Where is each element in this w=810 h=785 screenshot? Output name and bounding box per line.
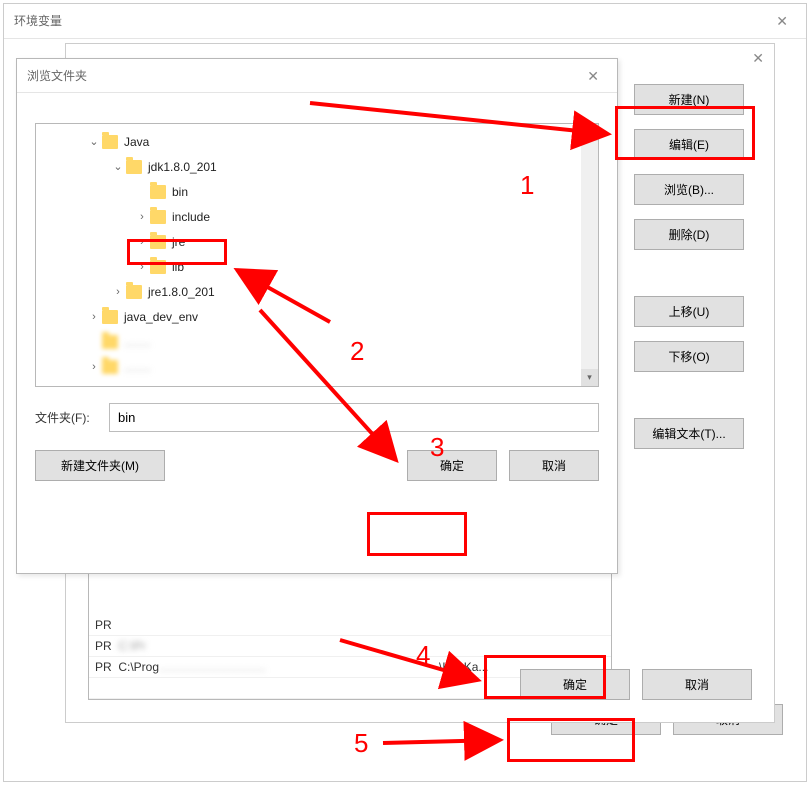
tree-row[interactable]: › jre1.8.0_201 xyxy=(36,279,598,304)
edit-ok-button[interactable]: 确定 xyxy=(520,669,630,700)
tree-row[interactable]: ⌄ Java xyxy=(36,129,598,154)
new-folder-button[interactable]: 新建文件夹(M) xyxy=(35,450,165,481)
browse-titlebar: 浏览文件夹 ✕ xyxy=(17,59,617,93)
tree-label: jre1.8.0_201 xyxy=(148,285,215,299)
folder-icon xyxy=(102,310,118,324)
tree-row[interactable]: › java_dev_env xyxy=(36,304,598,329)
chevron-down-icon[interactable]: ⌄ xyxy=(86,135,102,148)
edit-cancel-button[interactable]: 取消 xyxy=(642,669,752,700)
edittext-button[interactable]: 编辑文本(T)... xyxy=(634,418,744,449)
chevron-right-icon[interactable]: › xyxy=(86,361,102,373)
folder-icon xyxy=(102,335,118,349)
tree-row[interactable]: ........ xyxy=(36,329,598,354)
tree-label: java_dev_env xyxy=(124,310,198,324)
browse-ok-button[interactable]: 确定 xyxy=(407,450,497,481)
delete-button[interactable]: 删除(D) xyxy=(634,219,744,250)
folder-icon xyxy=(150,210,166,224)
browse-cancel-button[interactable]: 取消 xyxy=(509,450,599,481)
folder-icon xyxy=(150,185,166,199)
close-icon[interactable]: ✕ xyxy=(579,59,607,92)
tree-row[interactable]: ›........ xyxy=(36,354,598,379)
tree-row[interactable]: › jre xyxy=(36,229,598,254)
tree-row[interactable]: bin xyxy=(36,179,598,204)
tree-label: include xyxy=(172,210,210,224)
movedown-button[interactable]: 下移(O) xyxy=(634,341,744,372)
chevron-right-icon[interactable]: › xyxy=(134,211,150,223)
folder-tree[interactable]: ⌄ Java ⌄ jdk1.8.0_201bin › include › jre › lib › jr… xyxy=(35,123,599,387)
scroll-up-icon[interactable]: ▴ xyxy=(581,124,598,141)
env-titlebar: 环境变量 ✕ xyxy=(4,4,806,39)
moveup-button[interactable]: 上移(U) xyxy=(634,296,744,327)
chevron-right-icon[interactable]: › xyxy=(110,286,126,298)
browse-folder-dialog: 浏览文件夹 ✕ ⌄ Java ⌄ jdk1.8.0_201bin › include › jr… xyxy=(16,58,618,574)
browse-title-text: 浏览文件夹 xyxy=(27,59,87,92)
folder-icon xyxy=(126,160,142,174)
tree-row[interactable]: › include xyxy=(36,204,598,229)
close-icon[interactable]: ✕ xyxy=(752,50,764,67)
scrollbar[interactable]: ▴ ▾ xyxy=(581,124,598,386)
folder-icon xyxy=(150,235,166,249)
folder-icon xyxy=(102,135,118,149)
tree-label: jre xyxy=(172,235,185,249)
folder-label: 文件夹(F): xyxy=(35,409,109,426)
folder-icon xyxy=(126,285,142,299)
chevron-right-icon[interactable]: › xyxy=(86,311,102,323)
tree-row[interactable]: › lib xyxy=(36,254,598,279)
chevron-right-icon[interactable]: › xyxy=(134,261,150,273)
tree-label: bin xyxy=(172,185,188,199)
env-title-text: 环境变量 xyxy=(14,4,62,38)
edit-side-buttons: 新建(N) 编辑(E) 浏览(B)... 删除(D) 上移(U) 下移(O) 编… xyxy=(634,84,752,700)
tree-label: Java xyxy=(124,135,149,149)
tree-row[interactable]: ⌄ jdk1.8.0_201 xyxy=(36,154,598,179)
tree-label: ........ xyxy=(124,335,151,349)
path-list-row[interactable]: PR xyxy=(89,615,611,636)
chevron-down-icon[interactable]: ⌄ xyxy=(110,160,126,173)
scroll-down-icon[interactable]: ▾ xyxy=(581,369,598,386)
folder-input[interactable] xyxy=(109,403,599,432)
chevron-right-icon[interactable]: › xyxy=(134,236,150,248)
folder-icon xyxy=(150,260,166,274)
edit-button[interactable]: 编辑(E) xyxy=(634,129,744,160)
tree-label: jdk1.8.0_201 xyxy=(148,160,217,174)
folder-icon xyxy=(102,360,118,374)
new-button[interactable]: 新建(N) xyxy=(634,84,744,115)
close-icon[interactable]: ✕ xyxy=(768,4,796,38)
tree-label: lib xyxy=(172,260,184,274)
path-list-row[interactable]: PR C:\Pr xyxy=(89,636,611,657)
tree-label: ........ xyxy=(124,360,151,374)
browse-button[interactable]: 浏览(B)... xyxy=(634,174,744,205)
